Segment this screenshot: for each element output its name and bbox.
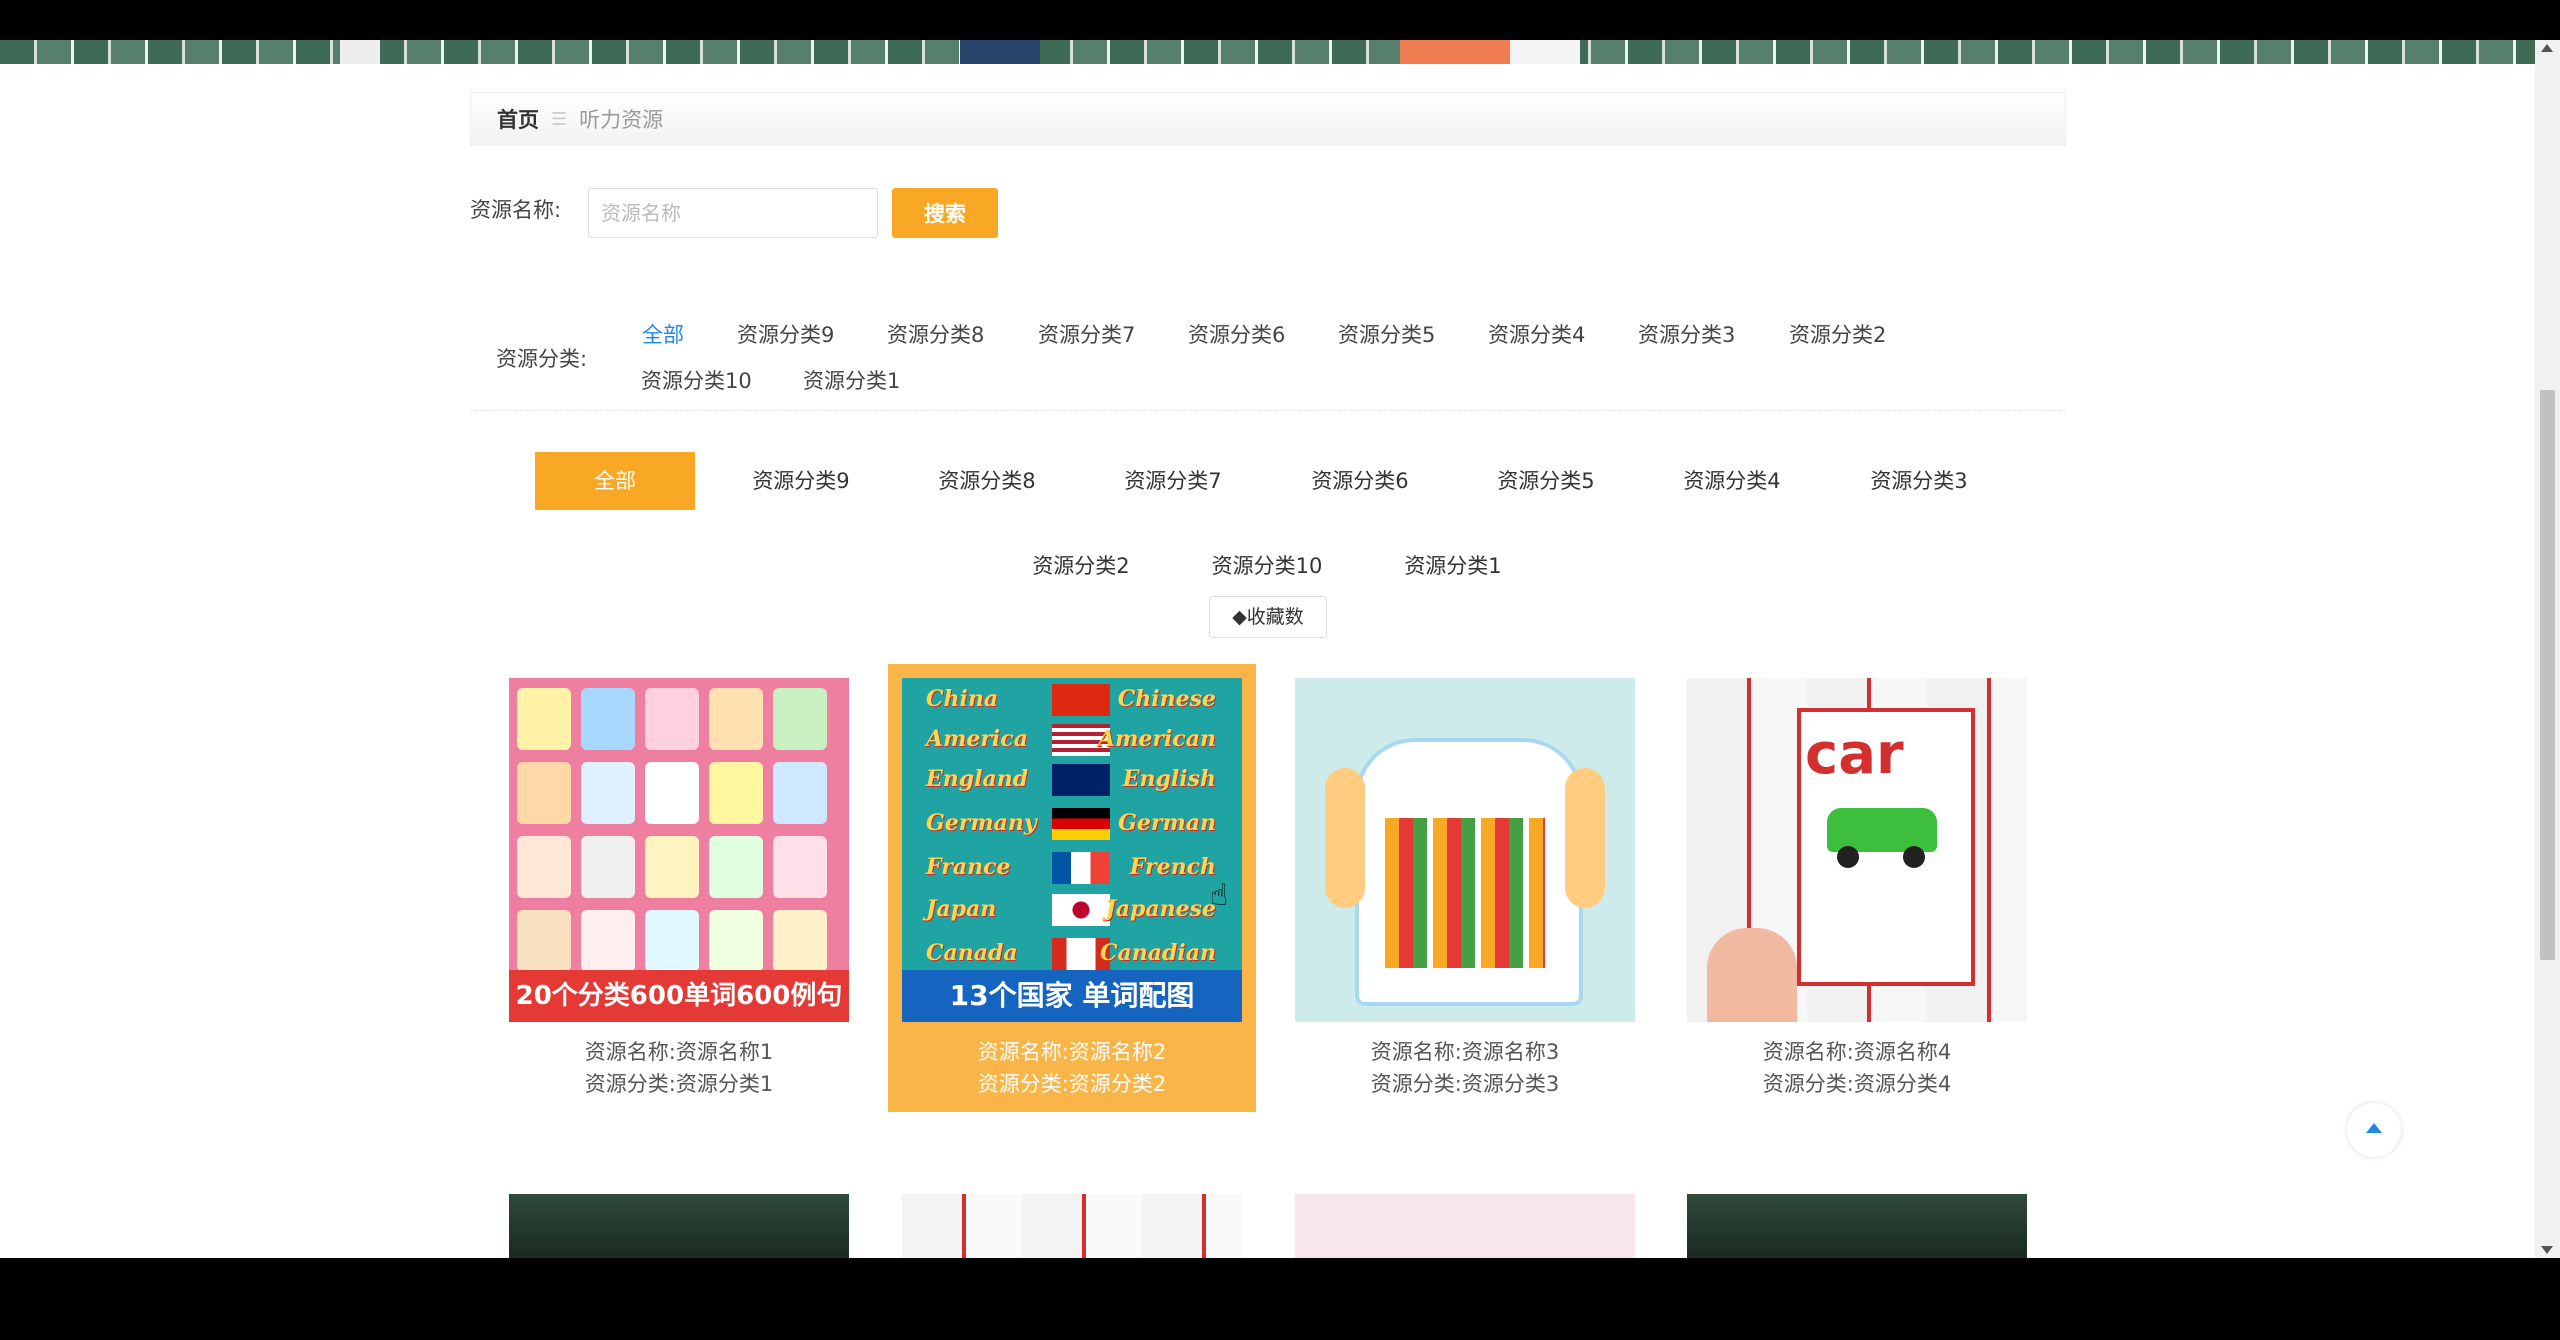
flag-country: Canada [926,940,1018,966]
filter-link[interactable]: 资源分类3 [1638,320,1735,350]
scroll-up-icon[interactable] [2541,44,2553,52]
filter-link-all[interactable]: 全部 [642,320,684,350]
filter-link[interactable]: 资源分类9 [737,320,834,350]
resource-thumbnail[interactable] [1295,1194,1635,1258]
filter-link[interactable]: 资源分类4 [1488,320,1585,350]
category-tab[interactable]: 资源分类3 [1839,452,1999,510]
resource-card[interactable]: car 资源名称:资源名称4 资源分类:资源分类4 [1673,664,2041,1112]
resource-category: 资源分类:资源分类2 [977,1072,1167,1096]
flag-adjective: German [1118,810,1216,836]
category-tab[interactable]: 资源分类6 [1280,452,1440,510]
divider [470,410,2066,411]
resource-name: 资源名称:资源名称3 [1370,1040,1560,1064]
search-label: 资源名称: [470,198,562,222]
header-banner-image [0,40,2535,64]
breadcrumb-home-link[interactable]: 首页 [497,104,539,134]
category-tab[interactable]: 资源分类8 [907,452,1067,510]
resource-thumbnail: China Chinese America American England Engl… [902,678,1242,1022]
category-tab[interactable]: 资源分类2 [1001,537,1161,595]
search-button[interactable]: 搜索 [892,188,998,238]
resource-name: 资源名称:资源名称1 [584,1040,774,1064]
flag-country: Japan [926,896,997,922]
mouse-cursor-icon: ☝ [1210,878,1229,913]
resource-category: 资源分类:资源分类1 [584,1072,774,1096]
flag-adjective: French [1129,854,1216,880]
category-tab[interactable]: 资源分类5 [1466,452,1626,510]
category-tab[interactable]: 资源分类9 [721,452,881,510]
flag-country: England [926,766,1029,792]
flag-country: China [926,686,999,712]
flag-country: France [926,854,1011,880]
resource-category: 资源分类:资源分类3 [1370,1072,1560,1096]
category-tab[interactable]: 资源分类10 [1187,537,1347,595]
breadcrumb: 首页 ☰ 听力资源 [470,92,2066,146]
breadcrumb-separator-icon: ☰ [551,108,568,130]
flag-country: America [926,726,1028,752]
resource-thumbnail[interactable] [509,1194,849,1258]
resource-thumbnail [1295,678,1635,1022]
vertical-scrollbar[interactable] [2535,40,2560,1258]
resource-thumbnail[interactable] [902,1194,1242,1258]
filter-link[interactable]: 资源分类5 [1338,320,1435,350]
filter-link[interactable]: 资源分类10 [641,366,752,396]
category-filter-label: 资源分类: [496,347,588,371]
sort-by-favorites-button[interactable]: ◆收藏数 [1209,596,1327,638]
resource-thumbnail: car [1687,678,2027,1022]
flashcard-word: car [1805,722,1904,787]
flag-country: Germany [926,810,1037,836]
flag-adjective: Canadian [1099,940,1216,966]
search-input[interactable] [588,188,878,238]
category-tab[interactable]: 资源分类7 [1093,452,1253,510]
filter-link[interactable]: 资源分类7 [1038,320,1135,350]
scroll-down-icon[interactable] [2541,1246,2553,1254]
filter-link[interactable]: 资源分类8 [887,320,984,350]
flag-adjective: English [1122,766,1216,792]
resource-card[interactable]: 资源名称:资源名称3 资源分类:资源分类3 [1281,664,1649,1112]
scrollbar-thumb[interactable] [2540,390,2555,960]
flag-adjective: American [1098,726,1216,752]
resource-category: 资源分类:资源分类4 [1762,1072,1952,1096]
back-to-top-button[interactable] [2347,1103,2401,1157]
thumbnail-caption: 13个国家 单词配图 [902,970,1242,1022]
breadcrumb-current: 听力资源 [579,108,664,132]
flag-adjective: Japanese [1105,896,1216,922]
resource-thumbnail[interactable] [1687,1194,2027,1258]
resource-name: 资源名称:资源名称4 [1762,1040,1952,1064]
browser-viewport: 首页 ☰ 听力资源 资源名称: 搜索 资源分类: 全部 资源分类9 资源分类8 … [0,40,2560,1258]
flag-adjective: Chinese [1117,686,1216,712]
thumbnail-caption: 20个分类600单词600例句 [509,970,849,1022]
category-tab[interactable]: 资源分类1 [1373,537,1533,595]
filter-link[interactable]: 资源分类2 [1789,320,1886,350]
tab-all[interactable]: 全部 [535,452,695,510]
filter-link[interactable]: 资源分类6 [1188,320,1285,350]
resource-thumbnail: 20个分类600单词600例句 [509,678,849,1022]
category-tab[interactable]: 资源分类4 [1652,452,1812,510]
filter-link[interactable]: 资源分类1 [803,366,900,396]
resource-card[interactable]: 20个分类600单词600例句 资源名称:资源名称1 资源分类:资源分类1 [495,664,863,1112]
resource-card-hovered[interactable]: China Chinese America American England Engl… [888,664,1256,1112]
resource-name: 资源名称:资源名称2 [977,1040,1167,1064]
